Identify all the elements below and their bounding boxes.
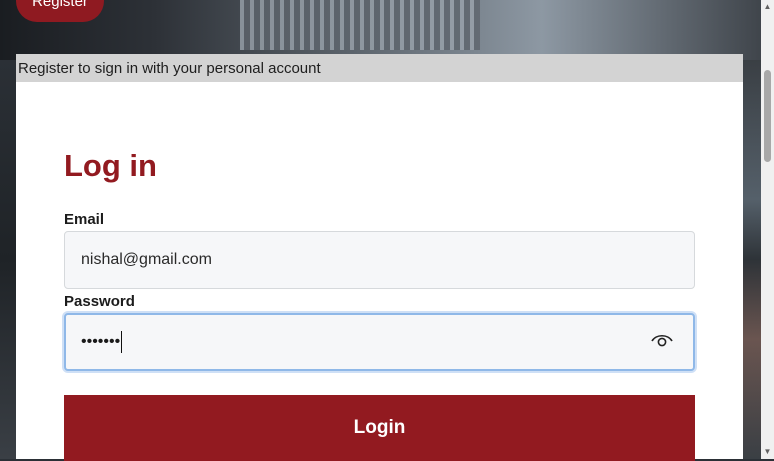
password-label: Password [64, 293, 135, 310]
password-field[interactable]: ••••••• [64, 313, 695, 371]
page-scrollbar[interactable]: ▲ ▼ [761, 0, 774, 459]
login-button[interactable]: Login [64, 395, 695, 461]
page-title: Log in [64, 148, 157, 183]
scroll-down-icon[interactable]: ▼ [761, 445, 774, 459]
register-button[interactable]: Register [16, 0, 104, 22]
scroll-up-icon[interactable]: ▲ [761, 0, 774, 14]
email-field[interactable]: nishal@gmail.com [64, 231, 695, 289]
email-value: nishal@gmail.com [81, 251, 212, 268]
background-building [240, 0, 480, 50]
background-right-edge [743, 60, 761, 459]
panel-header: Register to sign in with your personal a… [16, 54, 743, 82]
login-panel: Register to sign in with your personal a… [16, 54, 743, 461]
background-left-edge [0, 60, 16, 459]
password-value: ••••••• [81, 333, 121, 350]
email-label: Email [64, 211, 105, 228]
scroll-thumb[interactable] [764, 70, 771, 162]
text-caret [121, 331, 123, 353]
eye-icon[interactable] [651, 333, 673, 349]
